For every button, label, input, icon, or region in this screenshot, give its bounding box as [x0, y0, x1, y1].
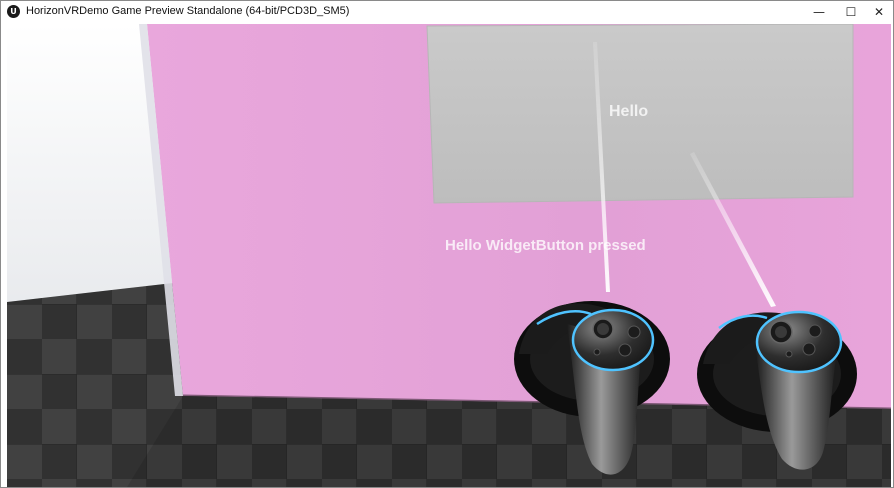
widget-button-status-text: Hello WidgetButton pressed	[445, 237, 646, 254]
widget-hello-text[interactable]: Hello	[609, 103, 648, 121]
title-bar[interactable]: U HorizonVRDemo Game Preview Standalone …	[1, 1, 893, 23]
game-viewport[interactable]: Hello Hello WidgetButton pressed	[7, 24, 891, 487]
window-title: HorizonVRDemo Game Preview Standalone (6…	[26, 5, 350, 17]
vr-scene	[7, 24, 891, 487]
game-window: U HorizonVRDemo Game Preview Standalone …	[0, 0, 894, 488]
minimize-button[interactable]: —	[803, 1, 835, 23]
close-button[interactable]: ✕	[863, 1, 893, 23]
unreal-engine-icon: U	[7, 5, 20, 18]
